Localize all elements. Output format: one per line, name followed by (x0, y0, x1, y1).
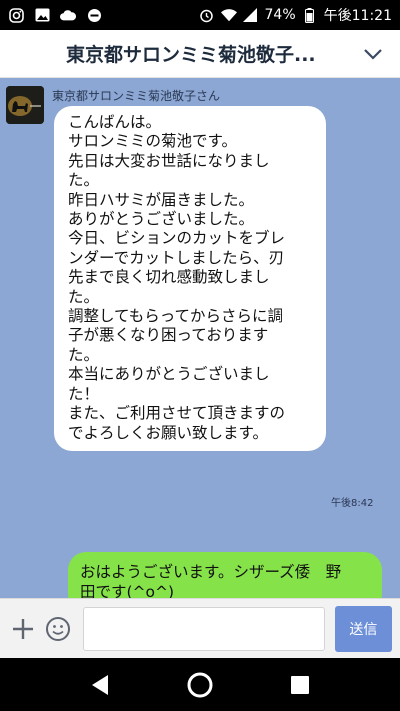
back-triangle-icon[interactable] (80, 665, 120, 705)
message-line: た。 (68, 171, 100, 190)
instagram-icon (8, 7, 24, 23)
message-line: おはようございます。シザーズ倭 野 (80, 563, 342, 581)
chat-area[interactable]: 東京都サロンミミ菊池敬子さん こんばんは。 サロンミミの菊池です。 先日は大変お… (0, 78, 400, 598)
message-line: こんばんは。 (68, 113, 162, 131)
chat-header: 東京都サロンミミ菊池敬子... (0, 30, 400, 78)
chat-title[interactable]: 東京都サロンミミ菊池敬子... (66, 40, 358, 67)
send-button[interactable]: 送信 (334, 605, 393, 652)
avatar[interactable] (6, 86, 44, 124)
message-line: 先日は大変お世話になりまし (68, 151, 270, 170)
message-line: 今日、ビションのカットをブレ (68, 229, 286, 248)
message-line: 先まで良く切れ感動致しまし (68, 268, 270, 287)
message-line: でよろしくお願い致します。 (68, 423, 268, 442)
message-line: また、ご利用させて頂きますの (68, 404, 286, 423)
alarm-icon (199, 7, 215, 23)
home-circle-icon[interactable] (180, 665, 220, 705)
message-line: た。 (68, 345, 100, 364)
system-nav-bar (0, 658, 400, 711)
message-line: サロンミミの菊池です。 (68, 132, 237, 151)
message-line: ンダーでカットしましたら、刃 (68, 248, 285, 267)
signal-icon (243, 7, 259, 23)
plus-icon[interactable] (8, 614, 38, 644)
message-line: た！ (68, 384, 100, 403)
message-timestamp: 午後8:42 (331, 498, 374, 509)
message-line: た。 (68, 287, 100, 306)
wifi-icon (220, 7, 237, 23)
outgoing-message-bubble[interactable]: おはようございます。シザーズ倭 野 田です(^o^) (68, 552, 382, 598)
cloud-icon (60, 7, 76, 23)
chevron-down-icon[interactable] (358, 39, 388, 69)
message-line: 田です(^o^) (80, 583, 175, 598)
message-line: 昨日ハサミが届きました。 (68, 190, 255, 209)
status-left-icons (8, 7, 102, 23)
message-line: 本当にありがとうございまし (68, 365, 270, 384)
recents-square-icon[interactable] (280, 665, 320, 705)
status-clock: 午後11:21 (323, 8, 392, 24)
status-bar: 74% 午後11:21 (0, 0, 400, 30)
smiley-icon[interactable] (44, 614, 74, 644)
battery-icon (302, 7, 318, 23)
sender-name: 東京都サロンミミ菊池敬子さん (52, 89, 221, 103)
battery-percent: 74% (264, 7, 296, 23)
message-line: 調整してもらってからさらに調 (68, 307, 283, 326)
message-input[interactable] (83, 606, 325, 651)
image-icon (34, 7, 50, 23)
message-input-bar: 送信 (0, 598, 400, 658)
status-right-icons: 74% 午後11:21 (199, 5, 392, 25)
incoming-message-bubble[interactable]: こんばんは。 サロンミミの菊池です。 先日は大変お世話になりまし た。 昨日ハサ… (54, 106, 326, 451)
message-line: ありがとうございました。 (68, 210, 255, 229)
do-not-disturb-icon (86, 7, 102, 23)
message-line: 子が悪くなり困っております (68, 326, 269, 345)
